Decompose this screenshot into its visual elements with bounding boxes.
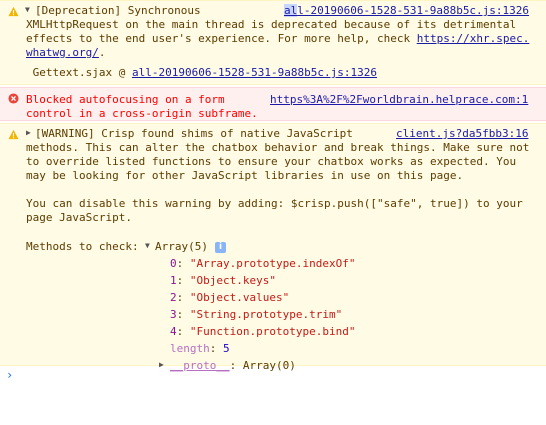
- crisp-line-2: methods. This can alter the chatbox beha…: [26, 141, 530, 154]
- expand-triangle-icon[interactable]: ▶: [26, 126, 31, 140]
- crisp-line-5: You can disable this warning by adding: …: [26, 197, 523, 210]
- xhr-spec-link[interactable]: https://xhr.spec.: [417, 32, 530, 45]
- crisp-line-6: page JavaScript.: [26, 211, 132, 224]
- crisp-line-4: may be looking for other JavaScript libr…: [26, 169, 464, 182]
- length-value: 5: [223, 342, 230, 355]
- deprecation-line-3-text: effects to the end user's experience. Fo…: [26, 32, 417, 45]
- warning-icon: [8, 129, 19, 140]
- item-key: 1: [170, 274, 177, 287]
- item-key: 2: [170, 291, 177, 304]
- stack-trace-line: Gettext.sjax @ all-20190606-1528-531-9a8…: [26, 66, 377, 80]
- chevron-right-icon[interactable]: ›: [6, 368, 13, 382]
- deprecation-source-link[interactable]: all-20190606-1528-531-9a88b5c.js:1326: [284, 4, 529, 18]
- array-item-2: 2: "Object.values": [170, 291, 290, 304]
- item-value: "Object.values": [189, 291, 290, 304]
- error-line-2: control in a cross-origin subframe.: [26, 107, 258, 120]
- deprecation-warning-message: ▼ [Deprecation] Synchronous all-20190606…: [0, 0, 546, 85]
- array-item-0: 0: "Array.prototype.indexOf": [170, 257, 356, 270]
- stack-prefix: Gettext.sjax @: [26, 66, 132, 79]
- whatwg-link[interactable]: whatwg.org/: [26, 46, 99, 59]
- source-highlight: al: [284, 4, 298, 17]
- item-value: "Array.prototype.indexOf": [189, 257, 356, 270]
- array-length: length: 5: [170, 342, 230, 355]
- array-summary[interactable]: Array(5): [155, 240, 208, 254]
- crisp-warning-message: ▶ [WARNING] Crisp found shims of native …: [0, 123, 546, 372]
- error-source-link[interactable]: https%3A%2F%2Fworldbrain.helprace.com:1: [270, 93, 528, 107]
- array-item-4: 4: "Function.prototype.bind": [170, 325, 356, 338]
- crisp-line-3: to override listed functions to ensure y…: [26, 155, 517, 168]
- source-rest: l-20190606-1528-531-9a88b5c.js:1326: [297, 4, 530, 17]
- crisp-line-1: [WARNING] Crisp found shims of native Ja…: [35, 127, 353, 140]
- error-icon: [8, 93, 19, 104]
- info-icon[interactable]: i: [215, 242, 226, 253]
- crisp-source-link[interactable]: client.js?da5fbb3:16: [396, 127, 528, 141]
- deprecation-line-1: [Deprecation] Synchronous: [35, 4, 201, 17]
- length-key: length: [170, 342, 210, 355]
- methods-label: Methods to check:: [26, 240, 146, 253]
- deprecation-line-3: effects to the end user's experience. Fo…: [26, 32, 529, 46]
- deprecation-line-2: XMLHttpRequest on the main thread is dep…: [26, 18, 517, 31]
- item-key: 4: [170, 325, 177, 338]
- deprecation-line-4: whatwg.org/.: [26, 46, 105, 60]
- console-input[interactable]: [20, 368, 540, 418]
- expand-triangle-icon[interactable]: ▼: [25, 3, 30, 17]
- item-value: "Function.prototype.bind": [189, 325, 356, 338]
- error-message: Blocked autofocusing on a form https%3A%…: [0, 87, 546, 121]
- stack-source-link[interactable]: all-20190606-1528-531-9a88b5c.js:1326: [132, 66, 377, 79]
- warning-icon: [8, 6, 19, 17]
- array-item-1: 1: "Object.keys": [170, 274, 276, 287]
- deprecation-line-4-tail: .: [98, 46, 106, 59]
- item-key: 0: [170, 257, 177, 270]
- item-key: 3: [170, 308, 177, 321]
- item-value: "Object.keys": [189, 274, 276, 287]
- item-value: "String.prototype.trim": [189, 308, 343, 321]
- collapse-triangle-icon[interactable]: ▼: [145, 239, 150, 253]
- error-line-1: Blocked autofocusing on a form: [26, 93, 225, 106]
- array-item-3: 3: "String.prototype.trim": [170, 308, 343, 321]
